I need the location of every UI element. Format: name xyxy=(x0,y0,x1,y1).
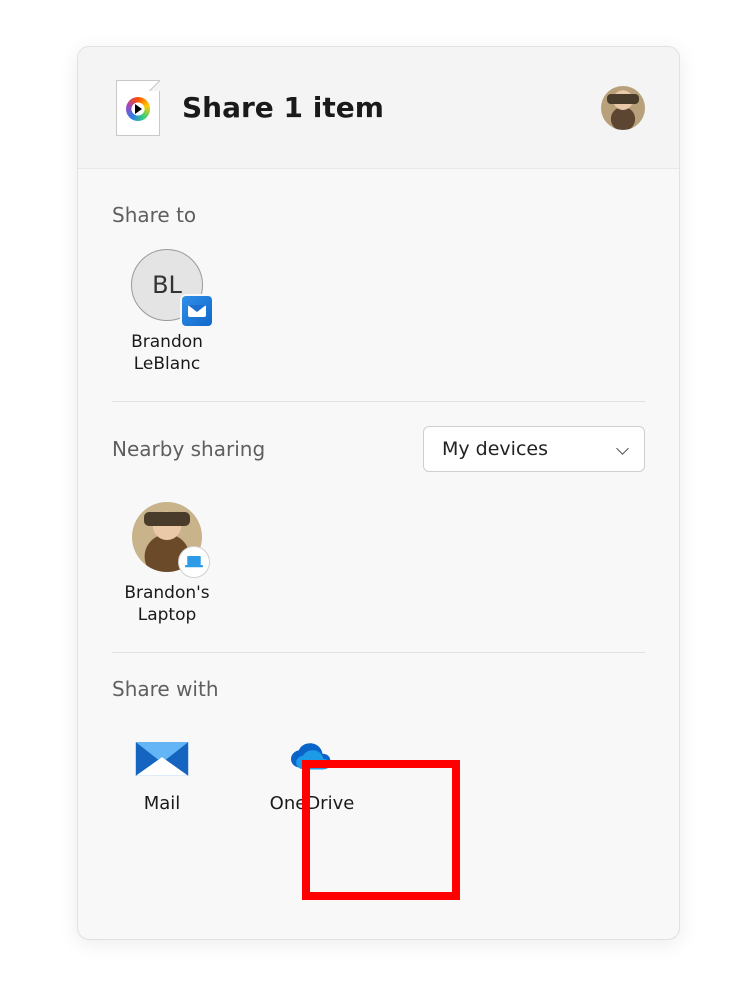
share-to-label: Share to xyxy=(112,203,645,227)
nearby-sharing-label: Nearby sharing xyxy=(112,437,265,461)
share-with-label: Share with xyxy=(112,677,645,701)
onedrive-icon xyxy=(283,737,341,781)
laptop-badge-icon xyxy=(178,546,210,578)
nearby-device-tile[interactable]: Brandon's Laptop xyxy=(112,502,222,626)
device-owner-avatar xyxy=(132,502,202,572)
divider xyxy=(112,652,645,653)
contact-name: Brandon LeBlanc xyxy=(112,331,222,375)
dialog-title: Share 1 item xyxy=(182,91,601,124)
share-dialog-body: Share to BL Brandon LeBlanc Nearby shari… xyxy=(78,169,679,822)
share-dialog: Share 1 item Share to BL Brandon LeBlanc… xyxy=(77,46,680,940)
play-icon xyxy=(126,97,150,121)
contact-tile[interactable]: BL Brandon LeBlanc xyxy=(112,249,222,375)
mail-icon xyxy=(133,737,191,781)
share-dialog-header: Share 1 item xyxy=(78,47,679,169)
app-label: OneDrive xyxy=(262,793,362,814)
device-name: Brandon's Laptop xyxy=(112,582,222,626)
contact-initials: BL xyxy=(152,271,182,299)
divider xyxy=(112,401,645,402)
file-thumbnail-icon xyxy=(116,80,160,136)
chevron-down-icon xyxy=(616,442,630,456)
outlook-badge-icon xyxy=(182,296,212,326)
nearby-scope-dropdown[interactable]: My devices xyxy=(423,426,645,472)
user-avatar[interactable] xyxy=(601,86,645,130)
share-app-mail[interactable]: Mail xyxy=(112,729,212,822)
dropdown-selected: My devices xyxy=(442,438,548,460)
contact-avatar: BL xyxy=(131,249,203,321)
share-app-onedrive[interactable]: OneDrive xyxy=(262,729,362,822)
app-label: Mail xyxy=(112,793,212,814)
